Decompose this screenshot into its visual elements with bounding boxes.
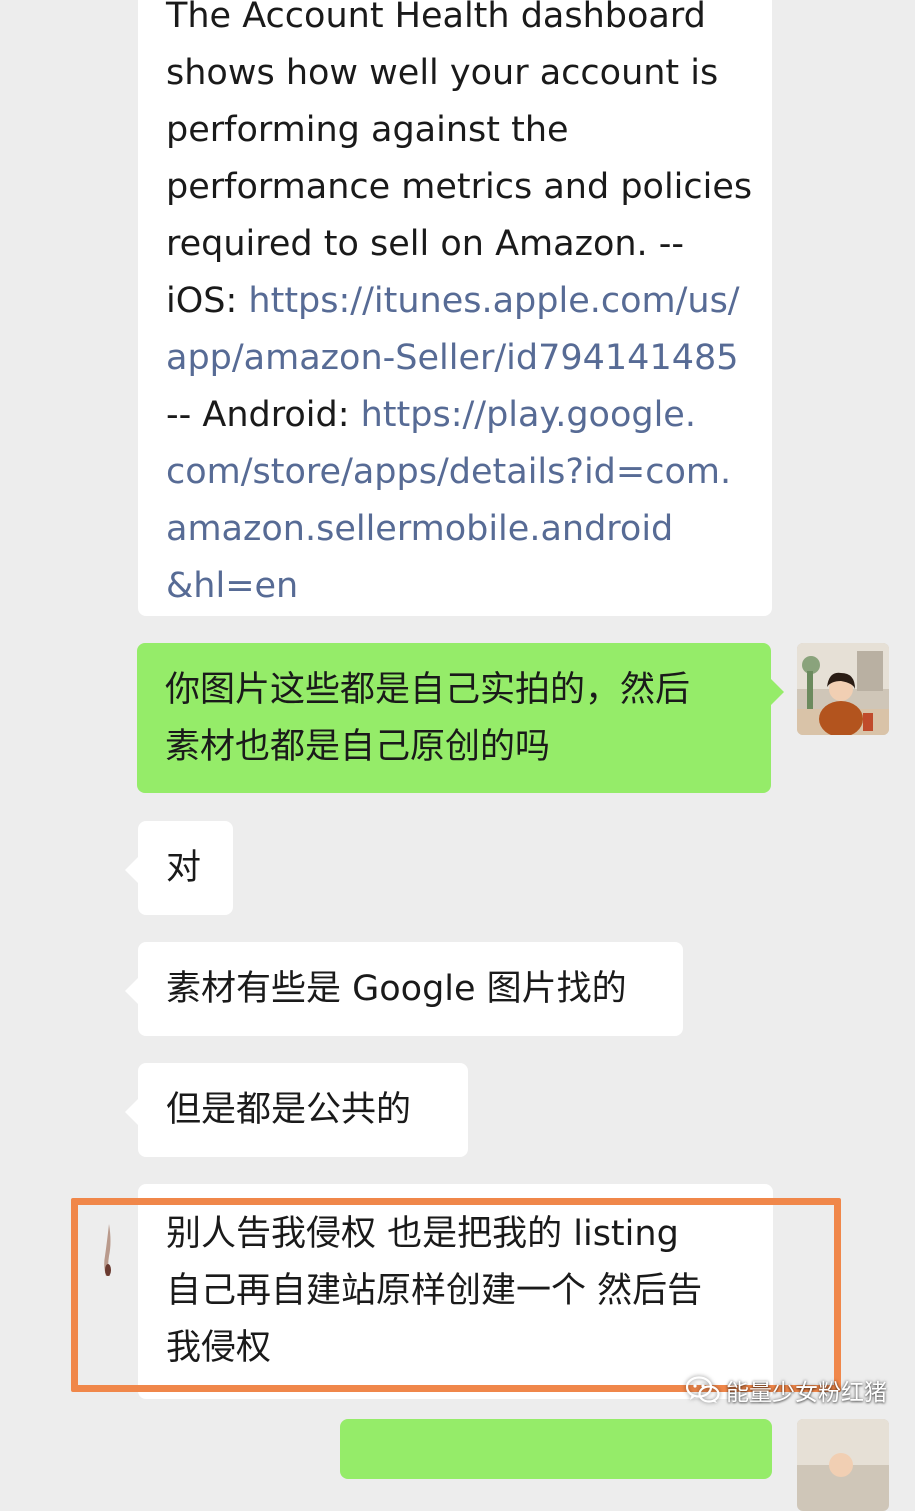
wechat-icon: [686, 1376, 720, 1403]
bubble-tail: [125, 1099, 138, 1125]
avatar[interactable]: [797, 1419, 889, 1511]
avatar-photo-icon: [797, 1419, 889, 1511]
message-bubble-outgoing[interactable]: [340, 1419, 772, 1479]
message-bubble-incoming[interactable]: The Account Health dashboard shows how w…: [138, 0, 772, 616]
message-text: The Account Health dashboard shows how w…: [166, 0, 752, 615]
message-line: -- Android: https://play.google.: [166, 387, 752, 444]
watermark-text: 能量少女粉红猪: [726, 1380, 887, 1406]
highlight-frame: [71, 1198, 841, 1392]
message-text: 但是都是公共的: [166, 1090, 412, 1130]
message-line: iOS: https://itunes.apple.com/us/: [166, 273, 752, 330]
bubble-tail: [125, 857, 138, 883]
message-bubble-incoming[interactable]: 对: [125, 821, 233, 915]
message-bubble-incoming[interactable]: 但是都是公共的: [125, 1063, 468, 1157]
message-line: 你图片这些都是自己实拍的，然后: [165, 670, 691, 710]
message-bubble-outgoing[interactable]: 你图片这些都是自己实拍的，然后 素材也都是自己原创的吗: [137, 643, 784, 793]
android-label: -- Android:: [166, 395, 361, 435]
android-app-link[interactable]: amazon.sellermobile.android: [166, 501, 752, 558]
avatar-photo-icon: [797, 643, 889, 735]
ios-app-link[interactable]: https://itunes.apple.com/us/: [248, 281, 739, 321]
android-app-link[interactable]: &hl=en: [166, 558, 752, 615]
avatar[interactable]: [797, 643, 889, 735]
message-text: 素材有些是 Google 图片找的: [166, 969, 627, 1009]
message-line: required to sell on Amazon. --: [166, 224, 685, 264]
bubble-tail: [771, 679, 784, 705]
message-bubble-incoming[interactable]: 素材有些是 Google 图片找的: [125, 942, 683, 1036]
message-line: 素材也都是自己原创的吗: [165, 727, 551, 767]
message-line: shows how well your account is: [166, 53, 719, 93]
android-app-link[interactable]: https://play.google.: [361, 395, 696, 435]
watermark: 能量少女粉红猪: [686, 1373, 887, 1407]
ios-app-link[interactable]: app/amazon-Seller/id794141485: [166, 330, 752, 387]
message-text: 你图片这些都是自己实拍的，然后 素材也都是自己原创的吗: [165, 662, 690, 776]
android-app-link[interactable]: com/store/apps/details?id=com.: [166, 444, 752, 501]
message-line: performing against the: [166, 110, 569, 150]
message-line: The Account Health dashboard: [166, 0, 706, 36]
ios-label: iOS:: [166, 281, 249, 321]
message-text: 对: [166, 848, 202, 888]
bubble-tail: [125, 978, 138, 1004]
message-line: performance metrics and policies: [166, 167, 753, 207]
